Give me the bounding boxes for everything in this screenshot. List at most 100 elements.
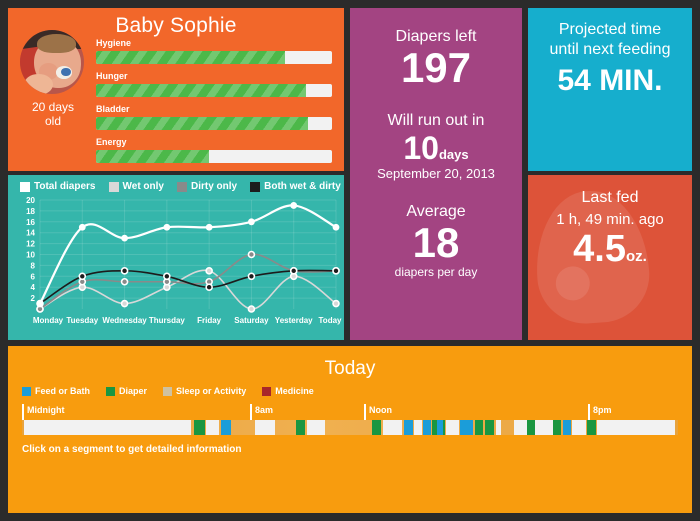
baby-photo-block: 20 days old [20,30,86,128]
timeline-segment-sleep[interactable] [382,420,403,435]
stat-bar-fill [96,84,307,97]
timeline-segment-sleep[interactable] [23,420,192,435]
last-fed-unit: oz. [625,248,647,265]
timeline-segment-sleep[interactable] [254,420,275,435]
chart-legend-swatch [176,181,187,192]
timeline-segment-sleep[interactable] [206,420,220,435]
stat-bladder: Bladder [96,104,332,130]
baby-age-line2: old [44,114,61,128]
timeline-legend-label: Medicine [275,386,314,396]
timeline-hour-label: Noon [368,405,392,415]
timeline-legend-item[interactable]: Sleep or Activity [163,386,246,396]
chart-legend-swatch [108,181,119,192]
chart-data-point-core [250,253,253,256]
timeline-segment-sleep[interactable] [446,420,459,435]
chart-data-point[interactable] [78,223,86,231]
timeline-segment-diaper[interactable] [587,420,596,435]
timeline-segment-feed[interactable] [562,420,572,435]
chart-data-point-core [123,269,126,272]
last-fed-amount-row: 4.5oz. [528,228,692,271]
timeline-hour-label: 8am [255,405,274,415]
timeline-hour-mark: Noon [363,404,392,420]
avatar-hair [36,33,77,54]
diapers-left-value: 197 [400,44,472,91]
timeline-segment-feed[interactable] [436,420,444,435]
runout-date: September 20, 2013 [377,166,495,181]
timeline-segment-diaper[interactable] [474,420,484,435]
chart-legend-item[interactable]: Total diapers [20,181,96,192]
chart-data-point[interactable] [121,234,128,242]
timeline-segment-feed[interactable] [221,420,232,435]
chart-data-point-core [165,286,168,289]
timeline-segment-sleep[interactable] [495,420,501,435]
chart-y-tick: 10 [26,251,35,260]
stat-hunger: Hunger [96,71,332,97]
chart-data-point-core [81,275,84,278]
timeline-segment-feed[interactable] [460,420,473,435]
chart-y-tick: 12 [26,240,35,249]
chart-y-tick: 18 [26,207,35,216]
stat-hygiene: Hygiene [96,38,332,64]
stat-bar-fill [96,150,210,163]
feeding-label-line2: until next feeding [549,41,671,58]
chart-data-point-core [165,280,168,283]
dashboard: Baby Sophie 20 days old Hygiene Hunger Bla… [0,0,700,521]
chart-y-tick: 16 [26,218,35,227]
chart-data-point-core [208,269,211,272]
timeline-legend-item[interactable]: Feed or Bath [22,386,90,396]
timeline-legend-item[interactable]: Medicine [262,386,314,396]
stat-label: Hunger [96,71,128,81]
chart-data-point[interactable] [290,202,298,209]
chart-legend-label: Dirty only [190,181,238,192]
diapers-summary-card: Diapers left 197 Will run out in 10days … [350,8,522,340]
diapers-left-label: Diapers left [395,28,477,45]
timeline-legend: Feed or Bath Diaper Sleep or Activity Medic… [8,380,692,396]
timeline-segment-diaper[interactable] [553,420,562,435]
chart-legend-item[interactable]: Dirty only [176,181,238,192]
chart-legend-item[interactable]: Both wet & dirty [250,181,341,192]
chart-data-point-core [165,275,168,278]
timeline-segment-diaper[interactable] [193,420,205,435]
timeline-legend-label: Sleep or Activity [176,386,247,396]
chart-x-tick: Friday [197,316,222,325]
chart-x-tick: Tuesday [66,316,98,325]
runout-unit: days [438,147,469,162]
chart-legend-label: Both wet & dirty [264,181,341,192]
chart-data-point-core [208,280,211,283]
timeline-segment-diaper[interactable] [296,420,306,435]
timeline-segment-sleep[interactable] [597,420,675,435]
pacifier-button-icon [60,67,71,77]
timeline-segment-sleep[interactable] [572,420,587,435]
timeline-segment-diaper[interactable] [485,420,494,435]
last-fed-card: Last fed 1 h, 49 min. ago 4.5oz. [528,175,692,340]
chart-data-point[interactable] [205,223,213,231]
timeline-legend-swatch [106,386,116,396]
timeline-segment-feed[interactable] [404,420,413,435]
timeline-segment-diaper[interactable] [527,420,535,435]
timeline-bar[interactable] [22,420,678,435]
runout-value: 10 [403,130,439,166]
chart-legend-item[interactable]: Wet only [108,181,164,192]
chart-y-tick: 8 [31,261,36,270]
timeline-legend-item[interactable]: Diaper [106,386,147,396]
timeline-segment-sleep[interactable] [536,420,553,435]
diaper-history-chart: 2 4 6 810 12 14 16 18 20 Monday Tuesday Wednesday Th… [26,196,342,325]
average-label: Average [406,203,466,220]
stat-label: Bladder [96,104,130,114]
chart-data-point[interactable] [163,223,171,231]
timeline-hour-label: 8pm [592,405,612,415]
baby-age-line1: 20 days [31,100,75,114]
timeline-segment-sleep[interactable] [306,420,326,435]
chart-data-point-core [208,286,211,289]
timeline-segment-sleep[interactable] [414,420,423,435]
timeline-segment-feed[interactable] [423,420,431,435]
chart-legend-label: Total diapers [34,181,96,192]
chart-data-point[interactable] [36,300,44,307]
stat-bar-track [96,51,332,64]
chart-data-point[interactable] [248,218,255,226]
chart-data-point-core [250,307,253,311]
timeline-segment-diaper[interactable] [372,420,382,435]
chart-data-point-core [334,302,338,305]
chart-data-point[interactable] [332,223,340,231]
stat-label: Hygiene [96,38,132,48]
